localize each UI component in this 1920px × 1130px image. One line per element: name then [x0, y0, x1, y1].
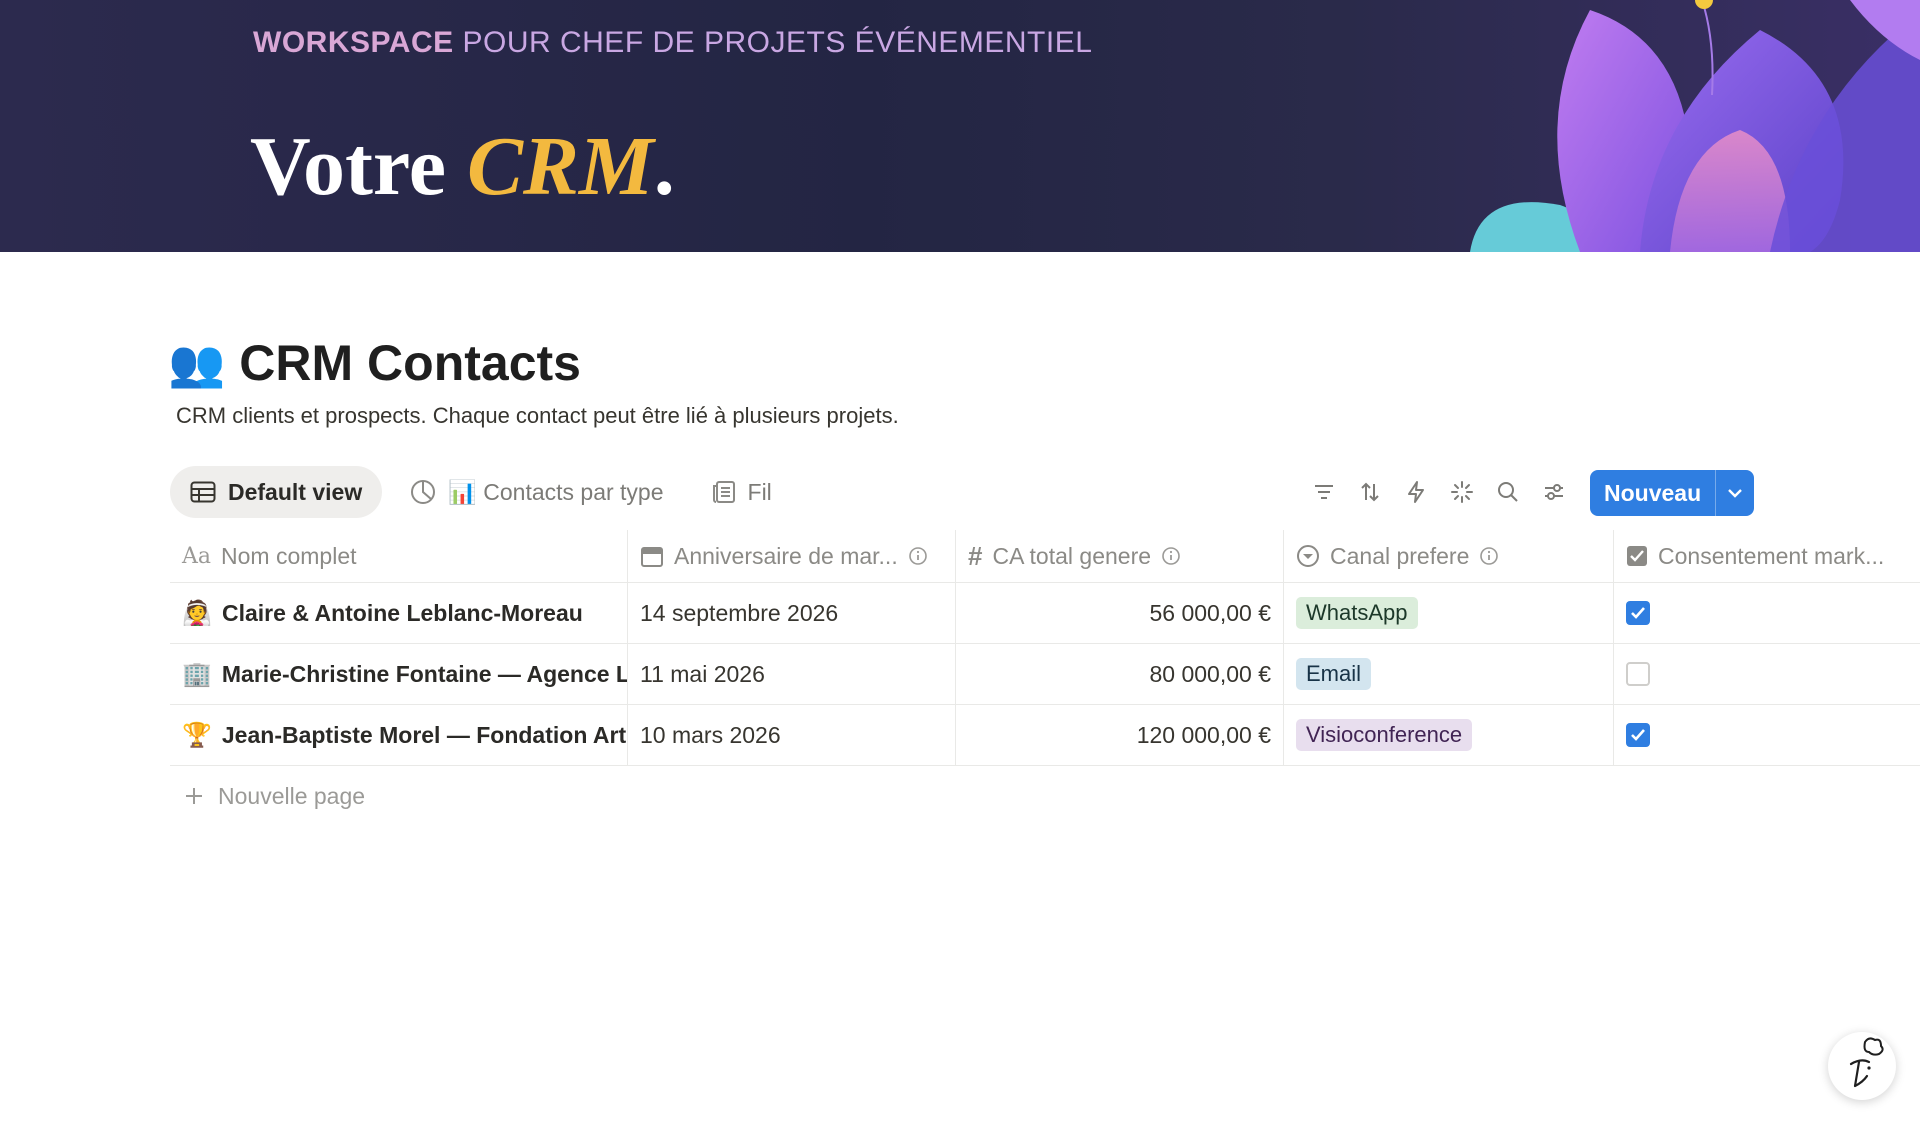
page-emoji-icon[interactable]: 👥: [168, 340, 225, 386]
column-header-consentement[interactable]: Consentement mark...: [1614, 530, 1920, 582]
cell-consent: [1614, 705, 1920, 765]
assistant-button[interactable]: [1828, 1032, 1896, 1100]
column-header-canal-prefere[interactable]: Canal prefere: [1284, 530, 1614, 582]
chart-icon: [411, 480, 436, 504]
tab-label: 📊 Contacts par type: [448, 478, 664, 505]
cover-banner: WORKSPACE POUR CHEF DE PROJETS ÉVÉNEMENT…: [0, 0, 1920, 252]
table-row[interactable]: 👰 Claire & Antoine Leblanc-Moreau 14 sep…: [170, 583, 1920, 644]
table-row[interactable]: 🏢 Marie-Christine Fontaine — Agence Lu 1…: [170, 644, 1920, 705]
cell-channel[interactable]: Visioconference: [1284, 705, 1614, 765]
cell-channel[interactable]: Email: [1284, 644, 1614, 704]
lotus-illustration: [1470, 0, 1920, 252]
cell-name[interactable]: 🏆 Jean-Baptiste Morel — Fondation Arté: [170, 705, 628, 765]
info-icon[interactable]: [1479, 546, 1499, 566]
channel-tag: Visioconference: [1296, 719, 1473, 751]
text-property-icon: Aa: [182, 543, 212, 569]
cell-date[interactable]: 14 septembre 2026: [628, 583, 956, 643]
consent-checkbox[interactable]: [1626, 662, 1650, 686]
cell-amount[interactable]: 56 000,00 €: [956, 583, 1284, 643]
sort-icon[interactable]: [1354, 476, 1386, 508]
banner-eyebrow: WORKSPACE POUR CHEF DE PROJETS ÉVÉNEMENT…: [253, 26, 1093, 59]
view-tabs: Default view 📊 Contacts par type Fil: [170, 466, 792, 518]
new-page-button[interactable]: Nouvelle page: [170, 766, 1920, 826]
new-button-group: Nouveau: [1590, 470, 1755, 516]
select-icon: [1297, 545, 1319, 567]
row-emoji-icon: 👰: [182, 599, 212, 627]
row-emoji-icon: 🏢: [182, 660, 212, 688]
feed-icon: [712, 481, 735, 503]
cell-amount[interactable]: 120 000,00 €: [956, 705, 1284, 765]
tab-contacts-par-type[interactable]: 📊 Contacts par type: [390, 466, 683, 518]
cell-date[interactable]: 11 mai 2026: [628, 644, 956, 704]
page-title: 👥 CRM Contacts: [168, 332, 581, 394]
cell-channel[interactable]: WhatsApp: [1284, 583, 1614, 643]
column-header-anniversaire[interactable]: Anniversaire de mar...: [628, 530, 956, 582]
filter-icon[interactable]: [1308, 476, 1340, 508]
consent-checkbox[interactable]: [1626, 601, 1650, 625]
tab-default-view[interactable]: Default view: [170, 466, 383, 518]
cell-consent: [1614, 583, 1920, 643]
check-icon: [1631, 729, 1645, 741]
info-icon[interactable]: [908, 546, 928, 566]
calendar-icon: [641, 547, 663, 567]
channel-tag: Email: [1296, 658, 1372, 690]
cell-date[interactable]: 10 mars 2026: [628, 705, 956, 765]
assistant-face-icon: [1849, 1037, 1884, 1088]
number-icon: #: [968, 540, 983, 571]
database-toolbar: [1308, 472, 1570, 512]
tab-label: Default view: [228, 478, 363, 505]
cell-name[interactable]: 👰 Claire & Antoine Leblanc-Moreau: [170, 583, 628, 643]
chevron-down-icon: [1728, 489, 1742, 498]
cell-amount[interactable]: 80 000,00 €: [956, 644, 1284, 704]
column-header-ca-total[interactable]: # CA total genere: [956, 530, 1284, 582]
page-title-text[interactable]: CRM Contacts: [239, 334, 581, 392]
tab-label: Fil: [747, 478, 772, 505]
channel-tag: WhatsApp: [1296, 597, 1418, 629]
search-icon[interactable]: [1492, 476, 1524, 508]
settings-icon[interactable]: [1538, 476, 1570, 508]
table-row[interactable]: 🏆 Jean-Baptiste Morel — Fondation Arté 1…: [170, 705, 1920, 766]
check-icon: [1631, 607, 1645, 619]
automation-icon[interactable]: [1400, 476, 1432, 508]
ai-sparkle-icon[interactable]: [1446, 476, 1478, 508]
table-header-row: Aa Nom complet Anniversaire de mar... # …: [170, 530, 1920, 583]
banner-title: Votre CRM.: [250, 120, 675, 213]
row-emoji-icon: 🏆: [182, 721, 212, 749]
new-dropdown-button[interactable]: [1715, 470, 1754, 516]
consent-checkbox[interactable]: [1626, 723, 1650, 747]
info-icon[interactable]: [1161, 546, 1181, 566]
checkbox-property-icon: [1627, 546, 1647, 566]
plus-icon: [186, 788, 202, 804]
tab-fil[interactable]: Fil: [692, 466, 792, 518]
page-description[interactable]: CRM clients et prospects. Chaque contact…: [176, 403, 899, 429]
cell-name[interactable]: 🏢 Marie-Christine Fontaine — Agence Lu: [170, 644, 628, 704]
database-table: Aa Nom complet Anniversaire de mar... # …: [170, 530, 1920, 826]
new-button[interactable]: Nouveau: [1590, 470, 1715, 516]
column-header-nom-complet[interactable]: Aa Nom complet: [170, 530, 628, 582]
cell-consent: [1614, 644, 1920, 704]
table-icon: [190, 481, 216, 503]
